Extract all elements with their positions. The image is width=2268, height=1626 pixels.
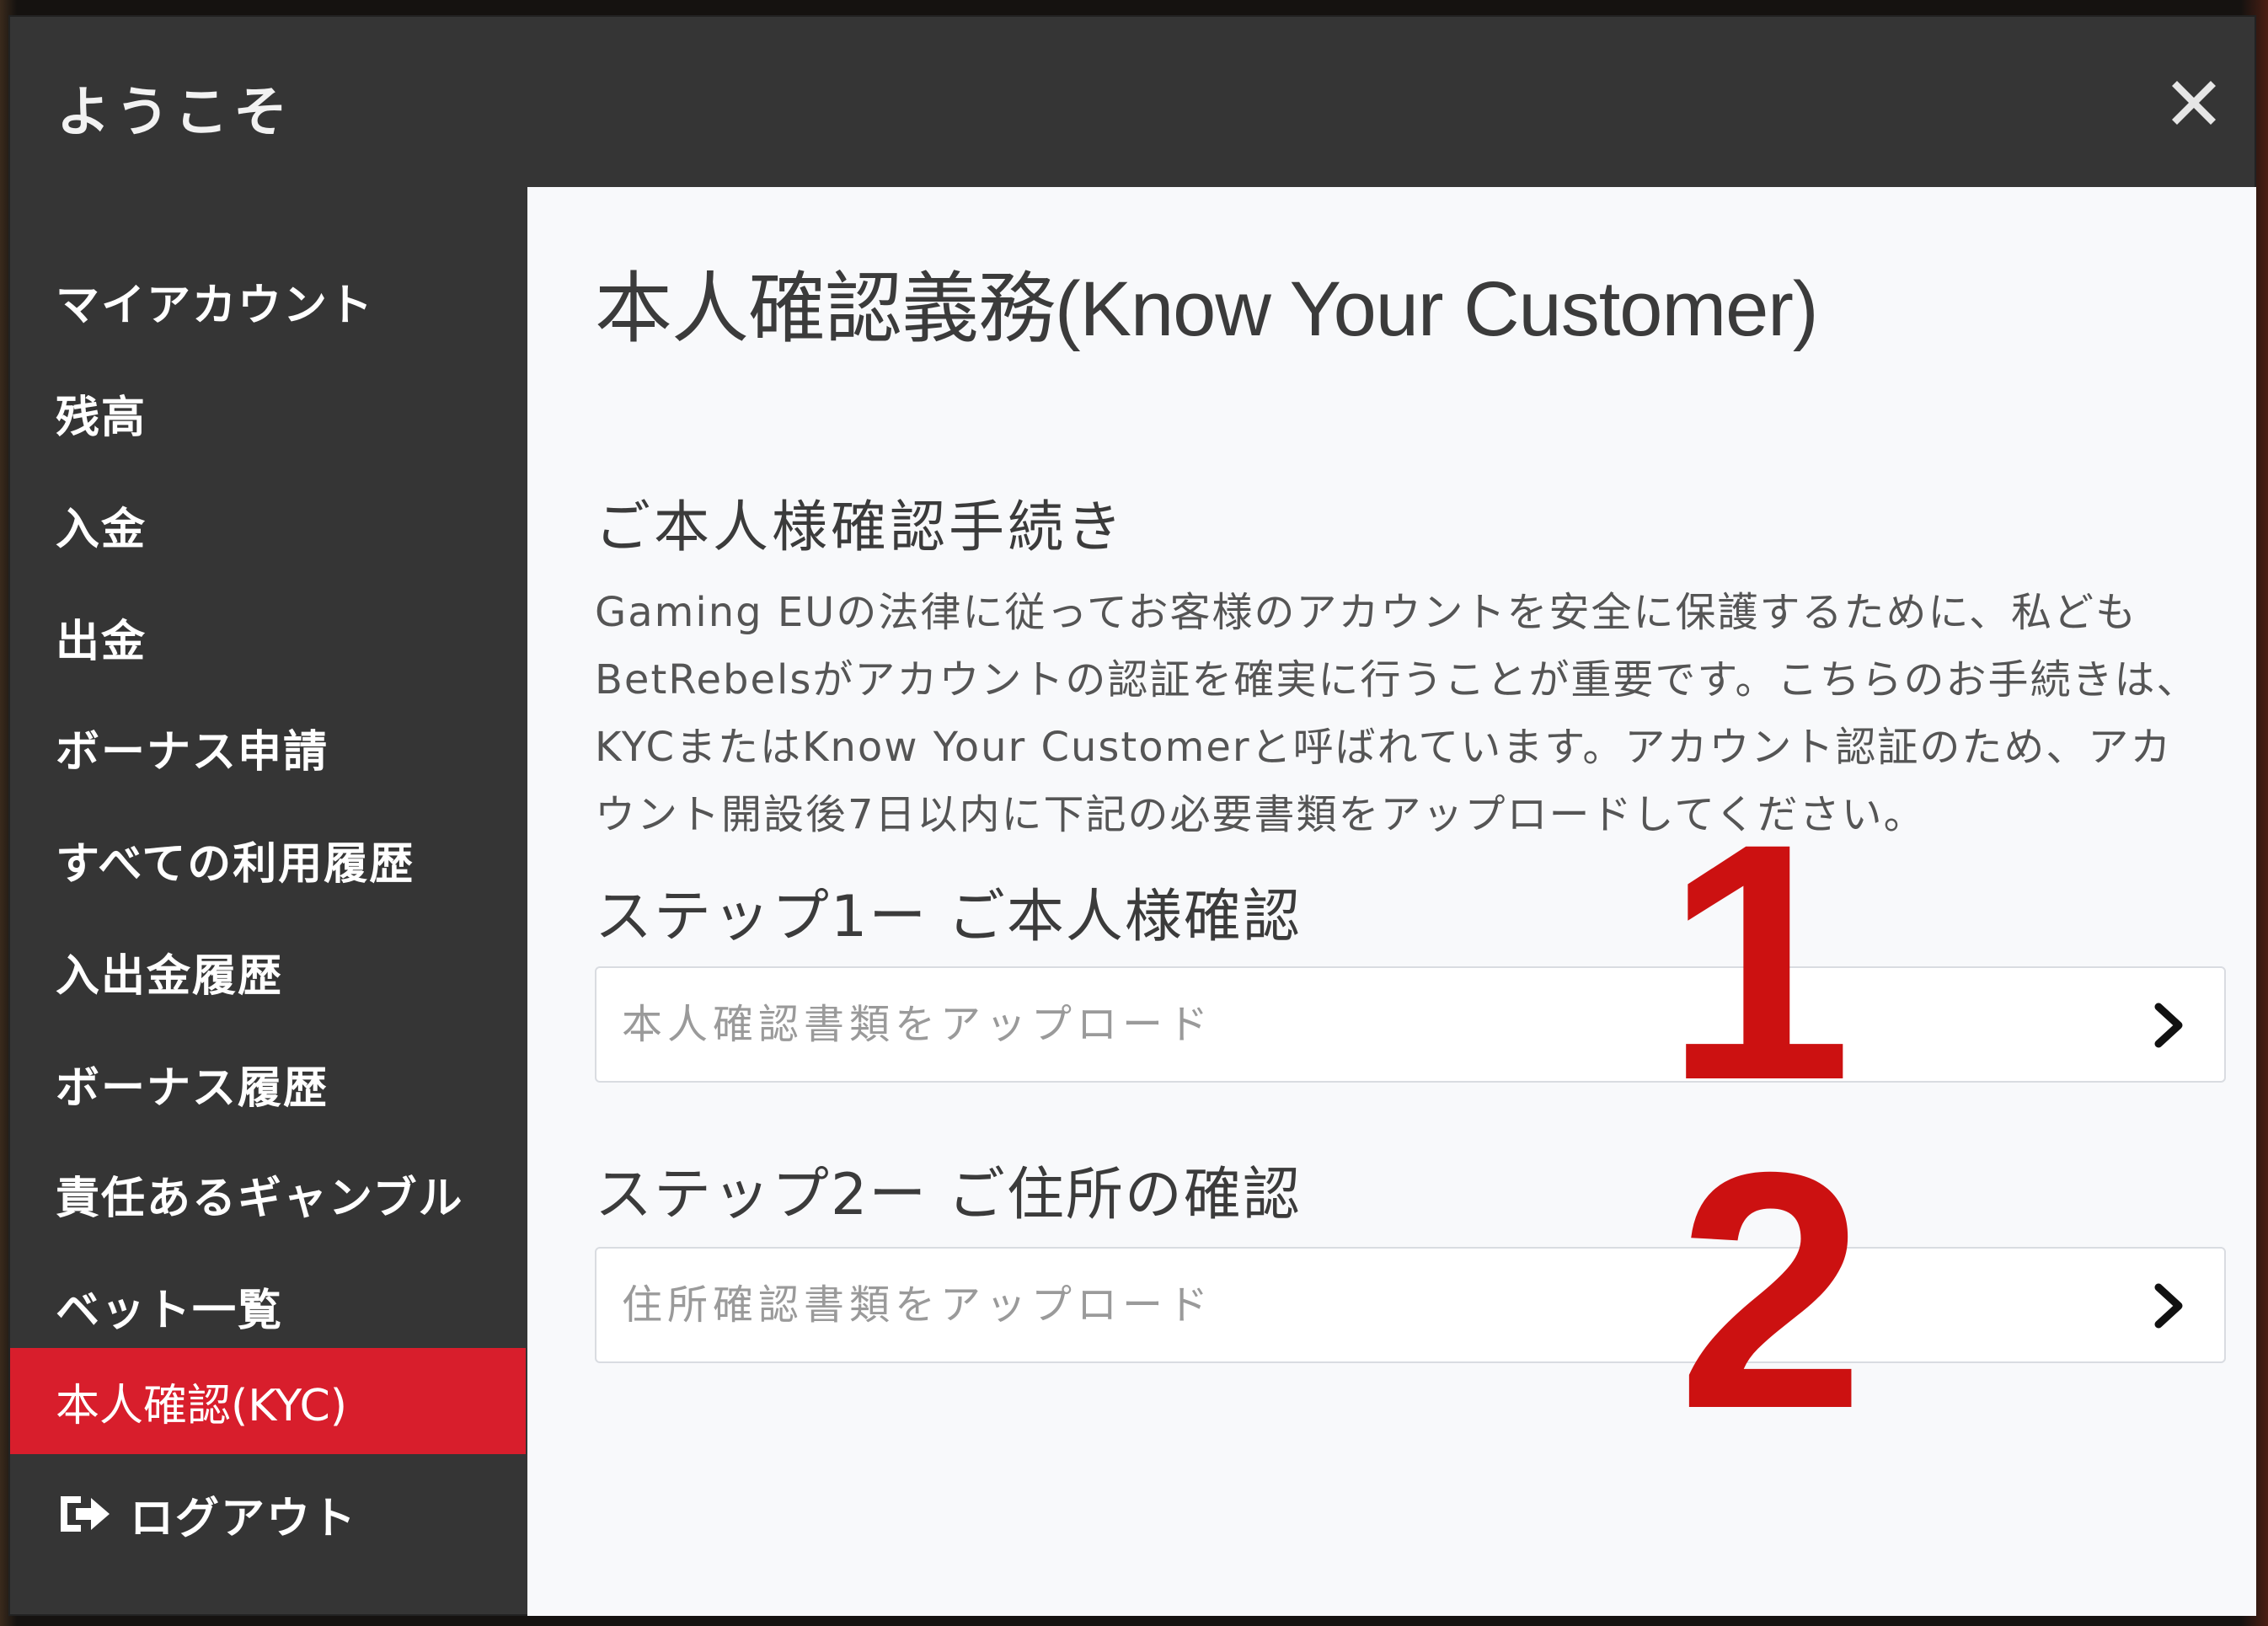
upload-id-document-button[interactable]: 本人確認書類をアップロード xyxy=(595,966,2226,1083)
sidebar-item-my-account[interactable]: マイアカウント xyxy=(10,248,526,354)
sidebar-item-transaction-history[interactable]: 入出金履歴 xyxy=(10,918,526,1024)
sidebar-item-bonus-request[interactable]: ボーナス申請 xyxy=(10,694,526,800)
chevron-right-icon xyxy=(2154,1283,2183,1329)
modal-header: ようこそ xyxy=(10,17,2255,185)
sidebar-item-label: ボーナス申請 xyxy=(56,726,329,778)
chevron-right-icon xyxy=(2154,1003,2183,1048)
sidebar-item-kyc[interactable]: 本人確認(KYC) xyxy=(10,1348,526,1454)
sidebar-item-logout[interactable]: ログアウト xyxy=(10,1461,526,1567)
sidebar-item-label: すべての利用履歴 xyxy=(56,838,415,890)
sidebar: マイアカウント 残高 入金 出金 ボーナス申請 すべての利用履歴 入出金履歴 ボ… xyxy=(10,185,526,1616)
sidebar-item-bonus-history[interactable]: ボーナス履歴 xyxy=(10,1030,526,1137)
sidebar-item-bet-list[interactable]: ベット一覧 xyxy=(10,1253,526,1359)
sidebar-item-label: マイアカウント xyxy=(56,280,375,331)
sidebar-item-label: ログアウト xyxy=(130,1493,358,1544)
upload-label: 住所確認書類をアップロード xyxy=(622,1281,1214,1329)
sidebar-item-all-history[interactable]: すべての利用履歴 xyxy=(10,806,526,912)
upload-label: 本人確認書類をアップロード xyxy=(622,1001,1214,1048)
sidebar-item-label: 責任あるギャンブル xyxy=(56,1173,464,1224)
sidebar-item-responsible-gambling[interactable]: 責任あるギャンブル xyxy=(10,1141,526,1247)
sidebar-item-label: ベット一覧 xyxy=(56,1285,284,1336)
close-icon xyxy=(2172,81,2216,125)
logout-icon xyxy=(61,1496,110,1532)
sidebar-item-label: 本人確認(KYC) xyxy=(56,1380,348,1431)
sidebar-item-label: 出金 xyxy=(56,616,147,667)
account-modal: ようこそ マイアカウント 残高 入金 出金 ボーナス申請 すべての利用履歴 入出… xyxy=(8,15,2256,1616)
step-2-title: ステップ2ー ご住所の確認 xyxy=(595,1162,1302,1228)
kyc-panel: 本人確認義務(Know Your Customer) ご本人様確認手続き Gam… xyxy=(527,187,2256,1616)
intro-text: Gaming EUの法律に従ってお客様のアカウントを安全に保護するために、私ども… xyxy=(595,589,2199,838)
page-title: 本人確認義務(Know Your Customer) xyxy=(595,266,1819,352)
upload-address-document-button[interactable]: 住所確認書類をアップロード xyxy=(595,1247,2226,1363)
sidebar-item-label: 入金 xyxy=(56,504,147,555)
sidebar-item-label: 入出金履歴 xyxy=(56,950,284,1002)
sidebar-item-label: ボーナス履歴 xyxy=(56,1062,329,1114)
step-1-annotation: 1 xyxy=(1665,773,1853,1150)
section-title: ご本人様確認手続き xyxy=(595,495,1126,559)
step-1-title: ステップ1ー ご本人様確認 xyxy=(595,884,1302,950)
sidebar-item-label: 残高 xyxy=(56,392,147,443)
sidebar-item-balance[interactable]: 残高 xyxy=(10,360,526,466)
sidebar-item-deposit[interactable]: 入金 xyxy=(10,472,526,578)
modal-title: ようこそ xyxy=(56,82,292,144)
step-2-annotation: 2 xyxy=(1677,1102,1865,1479)
close-button[interactable] xyxy=(2167,74,2221,128)
sidebar-item-withdraw[interactable]: 出金 xyxy=(10,584,526,690)
